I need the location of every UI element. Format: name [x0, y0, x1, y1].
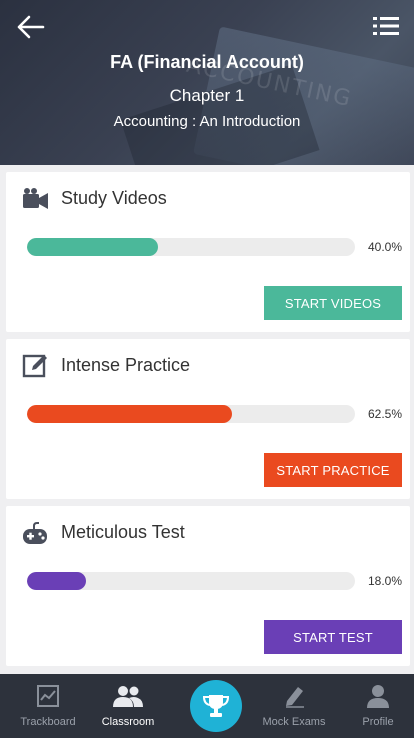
progress-fill [27, 405, 232, 423]
nav-item-profile[interactable]: Profile [338, 674, 414, 738]
nav-label: Mock Exams [262, 716, 326, 728]
chapter-subtitle: Accounting : An Introduction [113, 113, 301, 130]
study-videos-card: Study Videos 40.0% START VIDEOS [6, 172, 410, 332]
nav-label: Classroom [101, 716, 155, 728]
start-practice-button[interactable]: START PRACTICE [264, 453, 402, 487]
progress-fill [27, 572, 87, 590]
nav-label: Trackboard [20, 716, 76, 728]
trophy-button[interactable] [190, 680, 242, 732]
video-camera-icon [23, 188, 48, 209]
start-videos-button[interactable]: START VIDEOS [264, 286, 402, 320]
menu-button[interactable] [372, 15, 400, 37]
nav-item-classroom[interactable]: Classroom [88, 674, 168, 738]
back-button[interactable] [16, 14, 46, 40]
list-menu-icon [373, 17, 399, 35]
progress-percent: 18.0% [367, 574, 402, 588]
meticulous-test-card: Meticulous Test 18.0% START TEST [6, 506, 410, 666]
arrow-left-icon [17, 15, 45, 39]
start-test-button[interactable]: START TEST [264, 620, 402, 654]
card-title: Meticulous Test [61, 522, 185, 542]
pencil-icon [286, 687, 304, 708]
progress-percent: 62.5% [367, 407, 402, 421]
course-title: FA (Financial Account) [110, 52, 304, 72]
gamepad-icon [23, 522, 47, 544]
progress-percent: 40.0% [367, 240, 402, 254]
progress-track [27, 405, 355, 423]
chart-board-icon [37, 685, 59, 707]
chapter-number: Chapter 1 [169, 86, 245, 105]
progress-track [27, 238, 355, 256]
progress-fill [27, 238, 159, 256]
progress-track [27, 572, 355, 590]
trophy-icon [202, 695, 230, 717]
nav-item-mock-exams[interactable]: Mock Exams [254, 674, 334, 738]
chapter-header: ACCOUNTING FA (Financial Account) Chapte… [0, 0, 414, 165]
edit-pencil-icon [22, 354, 47, 378]
card-title: Intense Practice [61, 355, 191, 375]
nav-label: Profile [362, 716, 394, 728]
card-title: Study Videos [61, 188, 167, 208]
user-icon [367, 685, 389, 708]
users-icon [113, 686, 143, 707]
nav-item-trackboard[interactable]: Trackboard [8, 674, 88, 738]
intense-practice-card: Intense Practice 62.5% START PRACTICE [6, 339, 410, 499]
